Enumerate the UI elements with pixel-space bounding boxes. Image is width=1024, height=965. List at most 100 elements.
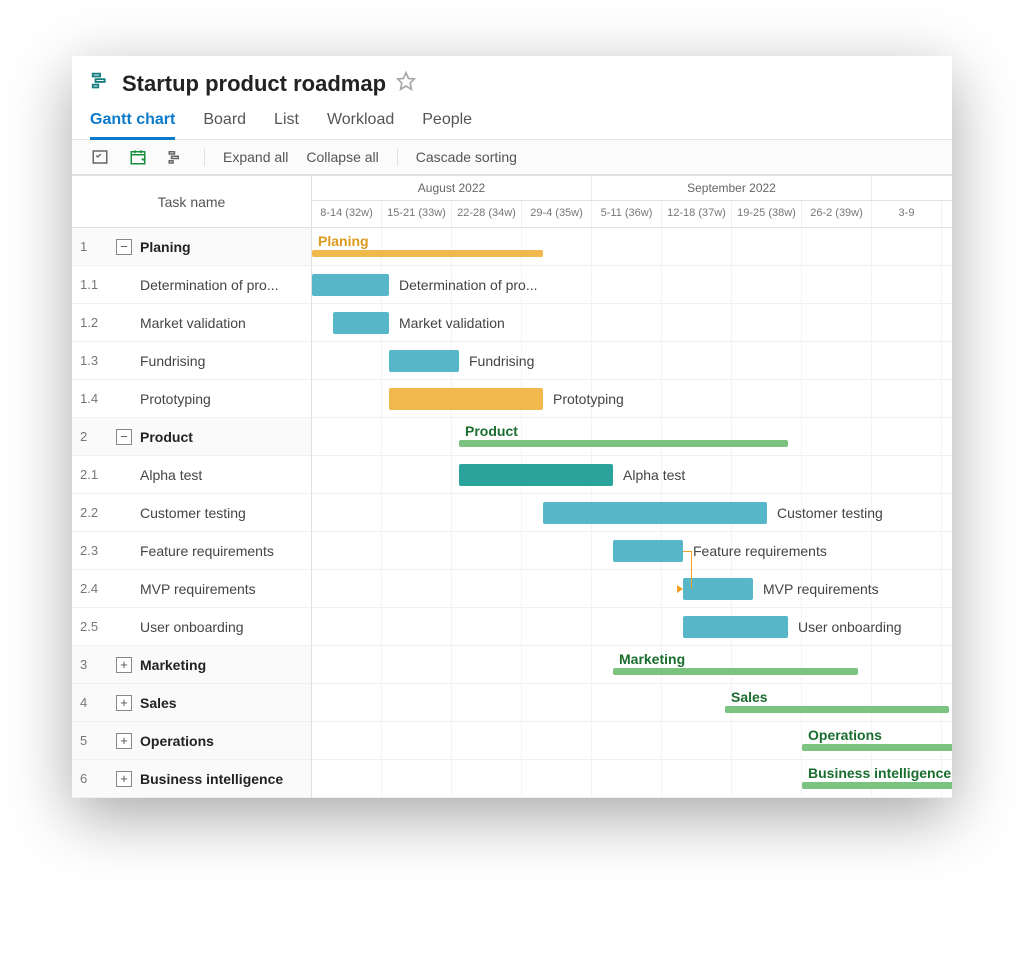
collapse-icon[interactable]: − (116, 429, 132, 445)
task-wbs: 1.2 (80, 315, 108, 330)
task-wbs: 6 (80, 771, 108, 786)
gantt-bar-label: Business intelligence (802, 762, 951, 784)
gantt-window: { "header": { "title": "Startup product … (72, 56, 952, 798)
timeline-row: Product (312, 418, 952, 456)
calendar-check-icon[interactable] (128, 148, 148, 166)
task-list-panel: Task name 1−Planing1.1Determination of p… (72, 176, 312, 798)
toolbar-separator (397, 148, 398, 166)
timeline-row: Planing (312, 228, 952, 266)
task-row[interactable]: 2.3Feature requirements (72, 532, 312, 570)
timeline-week: 8-14 (32w) (312, 201, 382, 227)
timeline-panel[interactable]: August 2022September 2022 8-14 (32w)15-2… (312, 176, 952, 798)
collapse-all-button[interactable]: Collapse all (306, 149, 378, 165)
timeline-week: 22-28 (34w) (452, 201, 522, 227)
gantt-task-bar[interactable] (613, 540, 683, 562)
toolbar-separator (204, 148, 205, 166)
task-row[interactable]: 1.4Prototyping (72, 380, 312, 418)
task-name-label: User onboarding (140, 619, 244, 635)
gantt-task-bar[interactable] (683, 616, 788, 638)
expand-all-button[interactable]: Expand all (223, 149, 288, 165)
task-row[interactable]: 5+Operations (72, 722, 312, 760)
timeline-row: MVP requirements (312, 570, 952, 608)
task-row[interactable]: 2.4MVP requirements (72, 570, 312, 608)
tab-people[interactable]: People (422, 105, 472, 139)
gantt-bar-label: Planing (312, 230, 369, 252)
task-wbs: 2.2 (80, 505, 108, 520)
gantt-bar-label: Market validation (393, 312, 505, 334)
task-row[interactable]: 1.3Fundrising (72, 342, 312, 380)
task-wbs: 2.1 (80, 467, 108, 482)
gantt-task-bar[interactable] (333, 312, 389, 334)
timeline-week: 26-2 (39w) (802, 201, 872, 227)
task-wbs: 2 (80, 429, 108, 444)
timeline-row: User onboarding (312, 608, 952, 646)
star-icon[interactable] (396, 71, 416, 96)
cascade-sorting-button[interactable]: Cascade sorting (416, 149, 517, 165)
collapse-icon[interactable]: − (116, 239, 132, 255)
gantt-task-bar[interactable] (459, 464, 613, 486)
checklist-icon[interactable] (90, 148, 110, 166)
task-row[interactable]: 2.5 User onboarding (72, 608, 312, 646)
timeline-row: Customer testing (312, 494, 952, 532)
gantt-task-bar[interactable] (543, 502, 767, 524)
task-name-label: Product (140, 429, 193, 445)
gantt-bar-label: Feature requirements (687, 540, 827, 562)
gantt-task-bar[interactable] (683, 578, 753, 600)
gantt-bar-label: MVP requirements (757, 578, 879, 600)
timeline-week: 15-21 (33w) (382, 201, 452, 227)
task-row[interactable]: 2.1Alpha test (72, 456, 312, 494)
task-name-label: Business intelligence (140, 771, 283, 787)
timeline-weeks: 8-14 (32w)15-21 (33w)22-28 (34w)29-4 (35… (312, 201, 952, 228)
task-name-label: Sales (140, 695, 177, 711)
timeline-row: Operations (312, 722, 952, 760)
expand-icon[interactable]: + (116, 733, 132, 749)
task-row[interactable]: 6 + Business intelligence (72, 760, 312, 798)
timeline-month (872, 176, 952, 200)
view-tabs: Gantt chart Board List Workload People (72, 105, 952, 140)
tab-board[interactable]: Board (203, 105, 246, 139)
task-row[interactable]: 2.2Customer testing (72, 494, 312, 532)
task-wbs: 3 (80, 657, 108, 672)
timeline-week: 12-18 (37w) (662, 201, 732, 227)
gantt-bar-label: Prototyping (547, 388, 624, 410)
timeline-week: 19-25 (38w) (732, 201, 802, 227)
tab-workload[interactable]: Workload (327, 105, 394, 139)
gantt-bar-label: Alpha test (617, 464, 685, 486)
gantt-task-bar[interactable] (389, 350, 459, 372)
task-wbs: 2.4 (80, 581, 108, 596)
timeline-row: Market validation (312, 304, 952, 342)
tab-gantt-chart[interactable]: Gantt chart (90, 105, 175, 139)
task-row[interactable]: 1.1Determination of pro... (72, 266, 312, 304)
task-wbs: 2.3 (80, 543, 108, 558)
task-row[interactable]: 1.2Market validation (72, 304, 312, 342)
timeline-week: 29-4 (35w) (522, 201, 592, 227)
timeline-week: 5-11 (36w) (592, 201, 662, 227)
timeline-row: Fundrising (312, 342, 952, 380)
task-wbs: 1.4 (80, 391, 108, 406)
expand-icon[interactable]: + (116, 657, 132, 673)
expand-icon[interactable]: + (116, 695, 132, 711)
timeline-row: Determination of pro... (312, 266, 952, 304)
task-name-label: Marketing (140, 657, 206, 673)
tab-list[interactable]: List (274, 105, 299, 139)
timeline-row: Marketing (312, 646, 952, 684)
expand-icon[interactable]: + (116, 771, 132, 787)
gantt-task-bar[interactable] (389, 388, 543, 410)
task-name-column-header: Task name (72, 176, 311, 228)
app-header: Startup product roadmap (72, 56, 952, 105)
timeline-row: Sales (312, 684, 952, 722)
timeline-row: Business intelligence (312, 760, 952, 798)
gantt-task-bar[interactable] (312, 274, 389, 296)
toolbar: Expand all Collapse all Cascade sorting (72, 140, 952, 175)
task-row[interactable]: 2−Product (72, 418, 312, 456)
task-row[interactable]: 3 + Marketing (72, 646, 312, 684)
gantt-bar-label: Marketing (613, 648, 685, 670)
task-wbs: 2.5 (80, 619, 108, 634)
gantt-bar-label: Determination of pro... (393, 274, 538, 296)
task-row[interactable]: 1−Planing (72, 228, 312, 266)
task-name-label: Fundrising (140, 353, 205, 369)
task-wbs: 5 (80, 733, 108, 748)
task-row[interactable]: 4+Sales (72, 684, 312, 722)
gantt-icon[interactable] (166, 148, 186, 166)
timeline-row: Feature requirements (312, 532, 952, 570)
